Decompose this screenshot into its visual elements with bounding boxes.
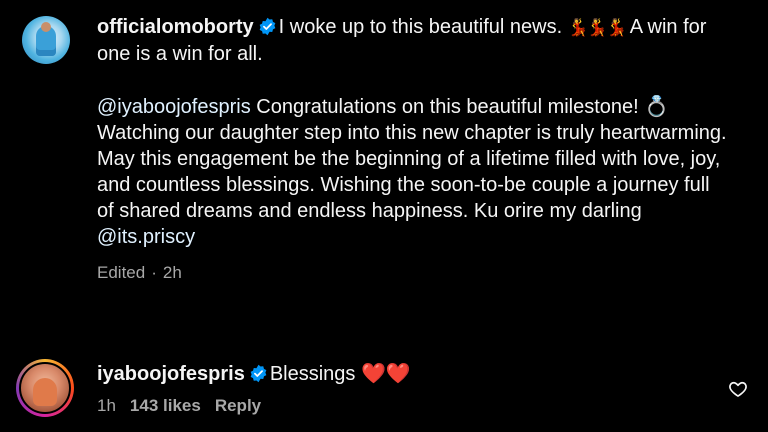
paragraph-2-text: Congratulations on this beautiful milest… <box>250 96 645 118</box>
reply-button[interactable]: Reply <box>215 396 261 415</box>
comment-body: iyaboojofespris Blessings ❤️❤️ 1h 143 like… <box>97 360 728 419</box>
meta-separator: · <box>151 263 157 282</box>
avatar[interactable] <box>22 16 70 64</box>
verified-badge-icon <box>259 17 276 36</box>
username[interactable]: officialomoborty <box>97 16 254 38</box>
comment-paragraph-2: @iyaboojofespris Congratulations on this… <box>97 93 728 120</box>
username[interactable]: iyaboojofespris <box>97 363 245 385</box>
ring-emoji: 💍 <box>644 94 670 118</box>
verified-badge-icon <box>250 364 267 383</box>
mention-link-2[interactable]: @its.priscy <box>97 226 195 248</box>
dancer-emoji: 💃💃💃 <box>567 18 627 38</box>
timestamp[interactable]: 1h <box>97 396 116 415</box>
comment-meta: 1h 143 likes Reply <box>97 393 728 419</box>
comment-meta: Edited · 2h <box>97 260 728 286</box>
comment-body: officialomoborty I woke up to this beauti… <box>97 14 728 286</box>
avatar-head <box>41 22 51 32</box>
comment-line: Blessings <box>269 363 361 385</box>
comment-line-1: I woke up to this beautiful news. <box>278 16 568 38</box>
avatar-figure <box>33 378 57 406</box>
heart-outline-icon[interactable] <box>728 379 748 399</box>
edited-label: Edited <box>97 263 146 282</box>
heart-emoji: ❤️❤️ <box>360 361 411 385</box>
comment-text: iyaboojofespris Blessings ❤️❤️ <box>97 360 728 387</box>
avatar[interactable] <box>19 362 71 414</box>
mention-link[interactable]: @iyaboojofespris <box>97 96 251 118</box>
timestamp[interactable]: 2h <box>163 263 182 282</box>
comment-text: officialomoborty I woke up to this beauti… <box>97 14 728 67</box>
paragraph-3-text: Watching our daughter step into this new… <box>97 122 727 222</box>
comment-paragraph-3: Watching our daughter step into this new… <box>97 120 728 250</box>
likes-count[interactable]: 143 likes <box>130 396 201 415</box>
